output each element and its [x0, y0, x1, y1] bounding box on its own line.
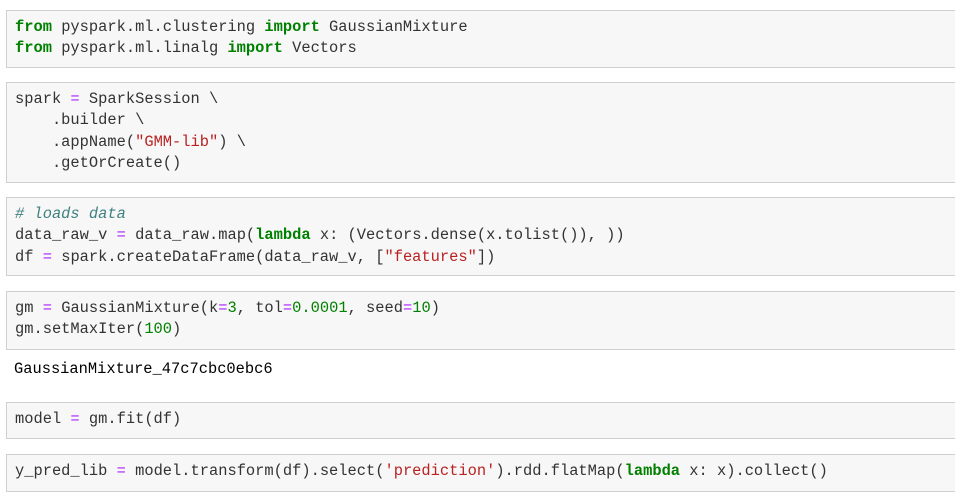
code-line: df = spark.createDataFrame(data_raw_v, [… [15, 247, 955, 268]
code-line: model = gm.fit(df) [15, 409, 955, 430]
code-token: = [282, 299, 293, 317]
code-token: .builder \ [15, 111, 145, 130]
code-token: 10 [412, 299, 431, 317]
code-token: GaussianMixture [319, 18, 468, 36]
code-token: pyspark.ml.clustering [51, 18, 265, 36]
code-token: # loads data [15, 205, 126, 223]
code-cell-load-data[interactable]: # loads data data_raw_v = data_raw.map(la… [6, 197, 955, 276]
code-token: "GMM-lib" [135, 132, 219, 151]
code-token: , tol [236, 299, 283, 317]
code-token: import [264, 18, 320, 36]
code-token: , seed [347, 299, 403, 317]
code-token: Vectors [282, 39, 357, 58]
code-token: GaussianMixture(k [51, 299, 219, 317]
code-line: .getOrCreate() [15, 153, 955, 174]
code-token: import [227, 39, 283, 58]
code-token: 100 [144, 320, 173, 339]
code-token: model [15, 410, 71, 428]
code-token: spark.createDataFrame(data_raw_v, [ [51, 247, 385, 266]
code-token: lambda [255, 226, 311, 245]
code-token: ).rdd.flatMap( [495, 462, 625, 480]
code-token: gm.fit(df) [79, 410, 182, 428]
code-line: spark = SparkSession \ [15, 89, 955, 110]
code-token: data_raw_v [15, 226, 117, 245]
code-token: ]) [476, 247, 496, 266]
code-cell-predict[interactable]: y_pred_lib = model.transform(df).select(… [6, 454, 955, 492]
code-token: = [116, 226, 126, 245]
code-token: from [15, 18, 52, 36]
code-token: .appName [15, 132, 126, 151]
code-token: from [15, 39, 52, 58]
code-token: "features" [384, 247, 477, 266]
code-token: = [42, 299, 52, 317]
code-token: model.transform(df).select( [125, 462, 385, 480]
code-token: x: x).collect() [680, 462, 828, 480]
code-token: x: (Vectors.dense(x.tolist()), )) [310, 226, 625, 245]
cell-output-text: GaussianMixture_47c7cbc0ebc6 [14, 360, 273, 378]
code-token: data_raw.map( [125, 226, 256, 245]
code-cell-spark-session[interactable]: spark = SparkSession \ .builder \ .appNa… [6, 82, 955, 183]
code-line: # loads data [15, 204, 955, 225]
code-token: .getOrCreate [15, 154, 163, 173]
code-token: = [42, 247, 52, 266]
code-line: data_raw_v = data_raw.map(lambda x: (Vec… [15, 225, 955, 246]
code-token: ) \ [218, 132, 246, 151]
code-line: gm = GaussianMixture(k=3, tol=0.0001, se… [15, 298, 955, 319]
code-token: = [70, 90, 80, 108]
code-token: = [116, 462, 126, 480]
code-token: ) [430, 299, 440, 317]
code-token: ( [125, 132, 136, 151]
code-token: df [15, 247, 43, 266]
code-token: = [70, 410, 80, 428]
code-token: () [162, 154, 182, 173]
code-line: .appName("GMM-lib") \ [15, 132, 955, 153]
code-token: y_pred_lib [15, 462, 117, 480]
code-token: SparkSession \ [79, 90, 219, 108]
code-cell-fit[interactable]: model = gm.fit(df) [6, 402, 955, 439]
code-cell-model-setup[interactable]: gm = GaussianMixture(k=3, tol=0.0001, se… [6, 291, 955, 350]
code-token: lambda [624, 462, 681, 480]
code-token: pyspark.ml.linalg [51, 39, 228, 58]
code-line: from pyspark.ml.linalg import Vectors [15, 38, 955, 59]
code-token: ) [172, 320, 182, 339]
code-line: gm.setMaxIter(100) [15, 319, 955, 340]
code-line: y_pred_lib = model.transform(df).select(… [15, 461, 955, 482]
code-token: gm.setMaxIter( [15, 320, 145, 339]
code-line: .builder \ [15, 110, 955, 131]
code-token: 0.0001 [292, 299, 348, 317]
code-token: spark [15, 90, 71, 108]
code-token: gm [15, 299, 43, 317]
code-line: from pyspark.ml.clustering import Gaussi… [15, 17, 955, 38]
code-cell-imports[interactable]: from pyspark.ml.clustering import Gaussi… [6, 10, 955, 68]
code-token: 3 [227, 299, 237, 317]
code-token: 'prediction' [384, 462, 496, 480]
code-token: = [403, 299, 413, 317]
